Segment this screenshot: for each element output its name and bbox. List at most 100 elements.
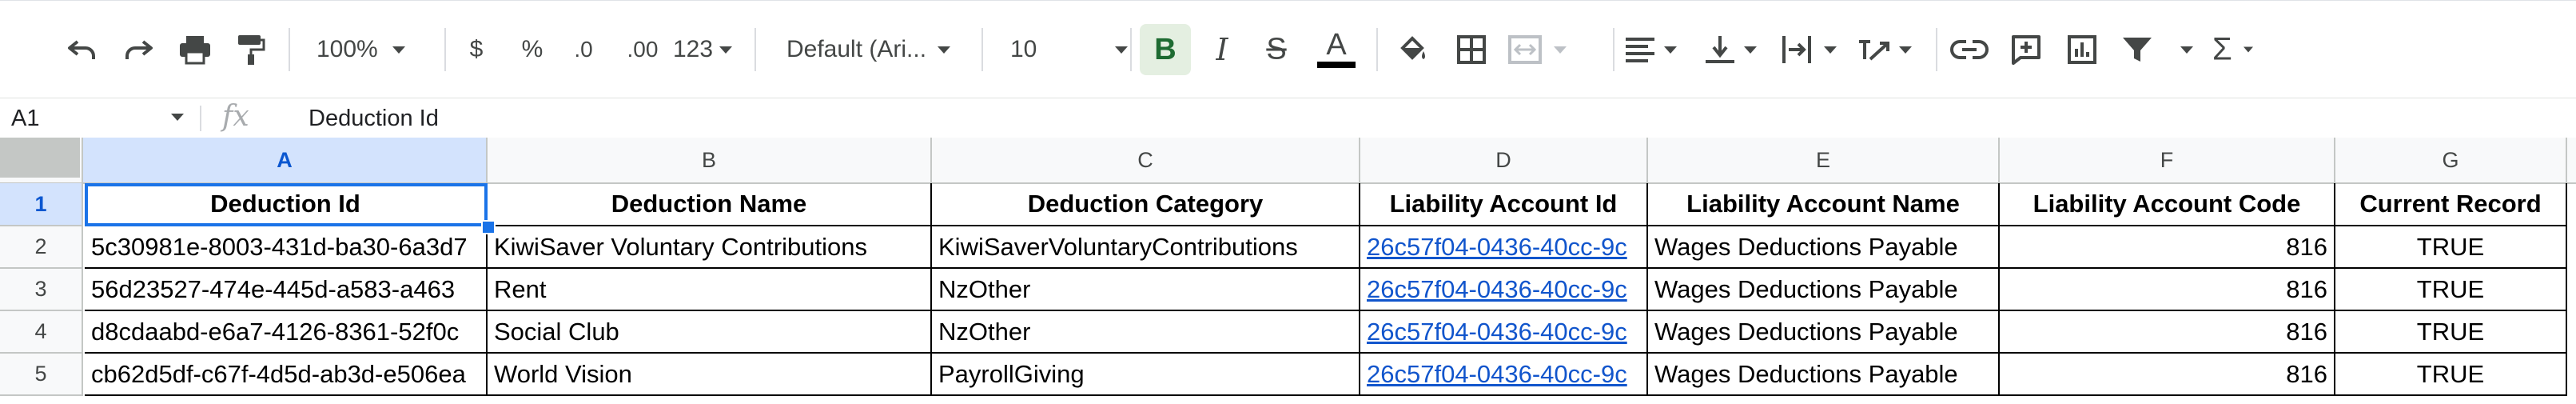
cell-c1[interactable]: Deduction Category — [932, 183, 1360, 226]
cell-g2[interactable]: TRUE — [2335, 226, 2567, 269]
italic-button[interactable]: I — [1204, 32, 1240, 67]
cell-b4[interactable]: Social Club — [488, 311, 932, 354]
cell-d4[interactable]: 26c57f04-0436-40cc-9c — [1360, 311, 1648, 354]
chevron-down-icon[interactable] — [171, 114, 184, 121]
font-size-select[interactable]: 10 — [1010, 36, 1129, 63]
cell-f1[interactable]: Liability Account Code — [2000, 183, 2335, 226]
cell-a4[interactable]: d8cdaabd-e6a7-4126-8361-52f0c — [85, 311, 488, 354]
cell-b1[interactable]: Deduction Name — [488, 183, 932, 226]
cell-b3[interactable]: Rent — [488, 269, 932, 311]
cell-a2[interactable]: 5c30981e-8003-431d-ba30-6a3d7 — [85, 226, 488, 269]
text-wrapping-icon[interactable] — [1781, 34, 1837, 65]
column-header-row: A B C D E F G — [0, 138, 2576, 184]
insert-comment-icon[interactable] — [2006, 34, 2046, 65]
column-header-f[interactable]: F — [2000, 138, 2335, 182]
row-header-1[interactable]: 1 — [0, 183, 83, 226]
toolbar: 100% $ % .0 .00 123 Default (Ari... 10 B… — [0, 0, 2576, 98]
formula-bar: A1 fx Deduction Id — [0, 98, 2576, 139]
cell-e1[interactable]: Liability Account Name — [1648, 183, 2000, 226]
column-header-d[interactable]: D — [1360, 138, 1648, 182]
cell-d1[interactable]: Liability Account Id — [1360, 183, 1648, 226]
column-header-e[interactable]: E — [1648, 138, 2000, 182]
borders-icon[interactable] — [1451, 34, 1491, 65]
chevron-down-icon — [1554, 46, 1567, 54]
more-formats-select[interactable]: 123 — [673, 36, 733, 63]
currency-format-button[interactable]: $ — [460, 36, 492, 63]
cell-e2[interactable]: Wages Deductions Payable — [1648, 226, 2000, 269]
strikethrough-button[interactable]: S — [1258, 33, 1295, 67]
cell-c5[interactable]: PayrollGiving — [932, 354, 1360, 396]
fill-handle[interactable] — [481, 220, 496, 234]
chevron-down-icon — [1115, 46, 1129, 54]
cell-d5[interactable]: 26c57f04-0436-40cc-9c — [1360, 354, 1648, 396]
cell-a3[interactable]: 56d23527-474e-445d-a583-a463 — [85, 269, 488, 311]
formula-input[interactable]: Deduction Id — [309, 98, 439, 138]
cell-a5[interactable]: cb62d5df-c67f-4d5d-ab3d-e506ea — [85, 354, 488, 396]
cell-c4[interactable]: NzOther — [932, 311, 1360, 354]
row-header-5[interactable]: 5 — [0, 354, 83, 396]
decrease-decimal-button[interactable]: .0 — [563, 37, 604, 62]
cell-e4[interactable]: Wages Deductions Payable — [1648, 311, 2000, 354]
row-header-3[interactable]: 3 — [0, 269, 83, 311]
cell-f5[interactable]: 816 — [2000, 354, 2335, 396]
cell-a1[interactable]: Deduction Id — [85, 183, 488, 226]
column-header-a[interactable]: A — [83, 138, 488, 182]
name-box[interactable]: A1 — [11, 98, 39, 138]
cell-g4[interactable]: TRUE — [2335, 311, 2567, 354]
cell-d3[interactable]: 26c57f04-0436-40cc-9c — [1360, 269, 1648, 311]
toolbar-separator — [1130, 28, 1132, 71]
cell-b5[interactable]: World Vision — [488, 354, 932, 396]
toolbar-separator — [444, 28, 446, 71]
percent-format-button[interactable]: % — [516, 36, 548, 63]
row-header-2[interactable]: 2 — [0, 226, 83, 269]
toolbar-separator — [1376, 28, 1378, 71]
formula-bar-separator — [200, 106, 201, 131]
print-icon[interactable] — [174, 34, 216, 65]
cell-g5[interactable]: TRUE — [2335, 354, 2567, 396]
cell-c2[interactable]: KiwiSaverVoluntaryContributions — [932, 226, 1360, 269]
toolbar-separator — [1936, 28, 1937, 71]
paint-format-icon[interactable] — [232, 34, 270, 66]
cell-c3[interactable]: NzOther — [932, 269, 1360, 311]
cell-b2[interactable]: KiwiSaver Voluntary Contributions — [488, 226, 932, 269]
text-rotation-icon[interactable] — [1856, 35, 1912, 64]
toolbar-separator — [754, 28, 756, 71]
column-header-g[interactable]: G — [2335, 138, 2567, 182]
column-header-c[interactable]: C — [932, 138, 1360, 182]
row-header-4[interactable]: 4 — [0, 311, 83, 354]
insert-link-icon[interactable] — [1947, 38, 1992, 61]
cell-g3[interactable]: TRUE — [2335, 269, 2567, 311]
functions-icon[interactable]: Σ — [2212, 32, 2253, 68]
chevron-down-icon — [938, 46, 951, 54]
fill-color-icon[interactable] — [1392, 34, 1432, 66]
text-color-button[interactable]: A — [1314, 30, 1359, 68]
cell-f2[interactable]: 816 — [2000, 226, 2335, 269]
bold-button[interactable]: B — [1140, 24, 1191, 75]
font-size-value: 10 — [1010, 36, 1037, 62]
cell-f4[interactable]: 816 — [2000, 311, 2335, 354]
freeze-handle[interactable] — [0, 138, 80, 178]
cell-e5[interactable]: Wages Deductions Payable — [1648, 354, 2000, 396]
cell-e3[interactable]: Wages Deductions Payable — [1648, 269, 2000, 311]
merge-cells-icon[interactable] — [1507, 34, 1567, 65]
chevron-down-icon — [1899, 46, 1912, 54]
chevron-down-icon — [1744, 46, 1757, 54]
zoom-select[interactable]: 100% — [317, 36, 405, 63]
horizontal-align-icon[interactable] — [1624, 36, 1677, 63]
font-family-select[interactable]: Default (Ari... — [786, 36, 951, 63]
column-header-b[interactable]: B — [488, 138, 932, 182]
toolbar-separator — [981, 28, 983, 71]
redo-icon[interactable] — [118, 37, 158, 62]
increase-decimal-button[interactable]: .00 — [617, 37, 668, 62]
chevron-down-icon — [1664, 46, 1677, 54]
fx-icon: fx — [222, 100, 249, 133]
filter-icon[interactable] — [2121, 35, 2193, 64]
cell-d2[interactable]: 26c57f04-0436-40cc-9c — [1360, 226, 1648, 269]
text-color-swatch — [1317, 62, 1356, 68]
cell-f3[interactable]: 816 — [2000, 269, 2335, 311]
select-all-corner[interactable] — [0, 138, 83, 182]
cell-g1[interactable]: Current Record — [2335, 183, 2567, 226]
insert-chart-icon[interactable] — [2062, 34, 2102, 65]
vertical-align-icon[interactable] — [1704, 34, 1757, 65]
undo-icon[interactable] — [62, 37, 102, 62]
